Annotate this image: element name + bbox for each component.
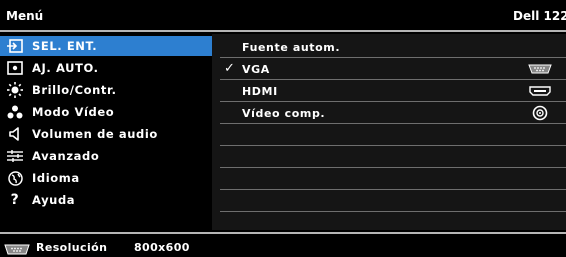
resolution-label: Resolución (36, 241, 108, 254)
option-empty (220, 146, 566, 168)
advanced-settings-icon (4, 146, 26, 166)
menu-item-label: Volumen de audio (32, 127, 158, 141)
status-bar: Resolución 800x600 (0, 232, 566, 257)
auto-adjust-icon (4, 58, 26, 78)
option-label: VGA (242, 63, 270, 76)
option-empty (220, 190, 566, 212)
menu-item-audio-volume[interactable]: Volumen de audio (0, 124, 212, 144)
menu-item-label: Brillo/Contr. (32, 83, 117, 97)
language-globe-icon (4, 168, 26, 188)
option-composite-video[interactable]: Vídeo comp. (220, 102, 566, 124)
input-select-panel: Fuente autom. ✓ VGA HDMI Vídeo comp. (212, 34, 566, 230)
checkmark-icon: ✓ (224, 61, 235, 76)
vga-port-icon (4, 240, 30, 257)
menu-item-label: SEL. ENT. (32, 39, 98, 53)
composite-video-port-icon (526, 105, 554, 121)
menu-item-label: Idioma (32, 171, 80, 185)
option-label: Fuente autom. (242, 41, 341, 54)
option-empty (220, 124, 566, 146)
menu-item-label: Ayuda (32, 193, 76, 207)
model-name: Dell 1220 (513, 9, 566, 23)
menu-item-language[interactable]: Idioma (0, 168, 212, 188)
menu-item-label: Avanzado (32, 149, 100, 163)
main-menu: SEL. ENT. AJ. AUTO. Brillo/Contr. Modo V… (0, 34, 212, 230)
brightness-icon (4, 80, 26, 100)
menu-item-auto-adjust[interactable]: AJ. AUTO. (0, 58, 212, 78)
video-mode-icon (4, 102, 26, 122)
option-empty (220, 168, 566, 190)
hdmi-port-icon (526, 83, 554, 99)
speaker-icon (4, 124, 26, 144)
vga-port-icon (526, 61, 554, 77)
option-vga[interactable]: ✓ VGA (220, 58, 566, 80)
menu-item-help[interactable]: ? Ayuda (0, 190, 212, 210)
menu-item-video-mode[interactable]: Modo Vídeo (0, 102, 212, 122)
option-label: Vídeo comp. (242, 107, 326, 120)
menu-item-label: AJ. AUTO. (32, 61, 99, 75)
menu-item-brightness-contrast[interactable]: Brillo/Contr. (0, 80, 212, 100)
option-hdmi[interactable]: HDMI (220, 80, 566, 102)
option-auto-source[interactable]: Fuente autom. (220, 36, 566, 58)
menu-item-input-select[interactable]: SEL. ENT. (0, 36, 212, 56)
option-label: HDMI (242, 85, 278, 98)
menu-title: Menú (6, 9, 44, 23)
projector-osd-menu: Menú Dell 1220 SEL. ENT. AJ. AUTO. Brill… (0, 0, 566, 257)
help-question-icon: ? (10, 192, 20, 208)
menu-item-advanced[interactable]: Avanzado (0, 146, 212, 166)
resolution-value: 800x600 (134, 241, 190, 254)
menu-item-label: Modo Vídeo (32, 105, 115, 119)
title-bar: Menú Dell 1220 (0, 0, 566, 32)
input-source-icon (4, 36, 26, 56)
